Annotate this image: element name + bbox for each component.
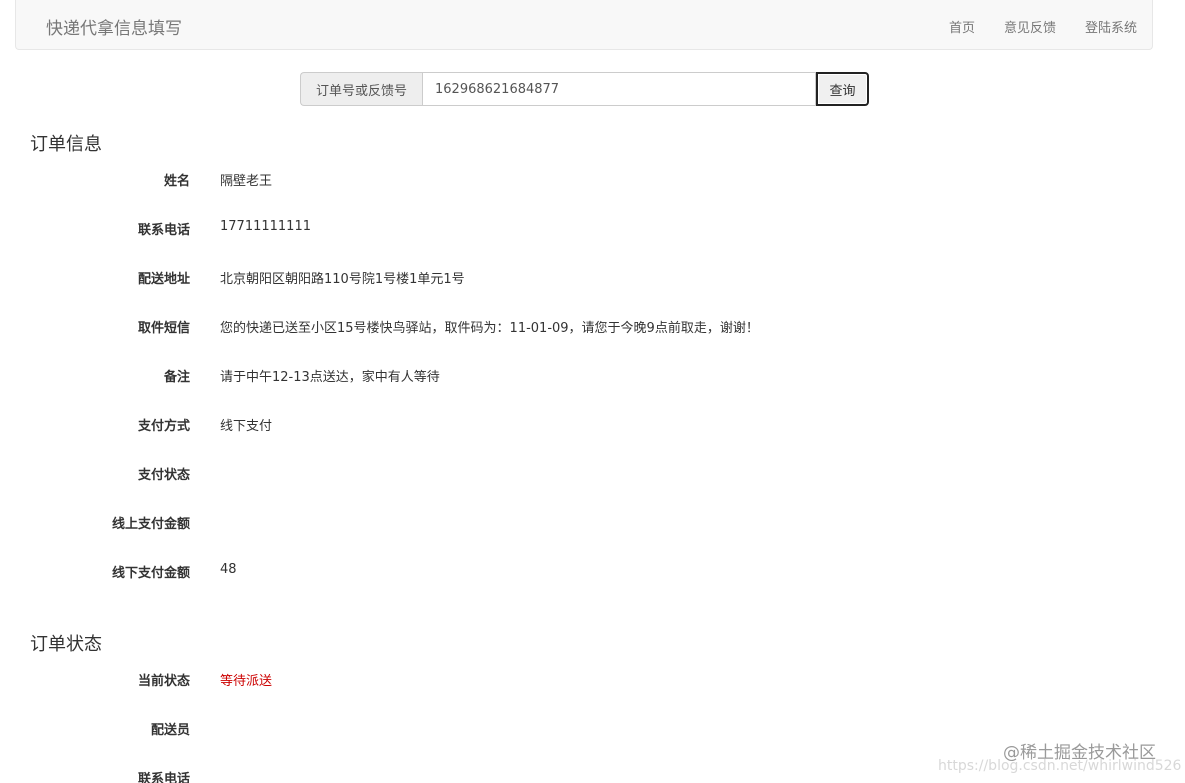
field-label-note: 备注 [163, 370, 190, 385]
field-value-phone: 17711111111 [220, 219, 311, 234]
field-value-pickup-sms: 您的快递已送至小区15号楼快鸟驿站，取件码为：11-01-09，请您于今晚9点前… [220, 321, 759, 336]
search-group: 订单号或反馈号 查询 [300, 72, 869, 106]
field-label-payment-method: 支付方式 [137, 419, 190, 434]
navbar-brand[interactable]: 快递代拿信息填写 [46, 14, 182, 39]
field-value-note: 请于中午12-13点送达，家中有人等待 [220, 370, 440, 385]
query-button[interactable]: 查询 [816, 72, 869, 106]
order-status-heading: 订单状态 [30, 634, 102, 655]
nav-links: 首页 意见反馈 登陆系统 [949, 17, 1137, 36]
field-value-current-status: 等待派送 [220, 674, 273, 689]
nav-link-home[interactable]: 首页 [949, 17, 975, 36]
page: 快递代拿信息填写 首页 意见反馈 登陆系统 订单号或反馈号 查询 订单信息 姓名… [0, 0, 1185, 783]
field-label-phone: 联系电话 [137, 223, 190, 238]
field-label-online-amount: 线上支付金额 [111, 517, 190, 532]
nav-link-login[interactable]: 登陆系统 [1085, 17, 1137, 36]
field-value-payment-method: 线下支付 [220, 419, 273, 434]
order-info-heading: 订单信息 [30, 134, 102, 155]
field-value-address: 北京朝阳区朝阳路110号院1号楼1单元1号 [220, 272, 465, 287]
field-label-address: 配送地址 [137, 272, 190, 287]
navbar: 快递代拿信息填写 首页 意见反馈 登陆系统 [15, 0, 1153, 50]
order-number-input[interactable] [422, 72, 816, 106]
field-value-offline-amount: 48 [220, 562, 237, 577]
field-label-pickup-sms: 取件短信 [137, 321, 190, 336]
field-label-courier-phone: 联系电话 [137, 772, 190, 783]
search-addon-label: 订单号或反馈号 [300, 72, 422, 106]
field-label-courier: 配送员 [150, 723, 190, 738]
watermark-brand: @稀土掘金技术社区 [1003, 743, 1156, 763]
field-label-payment-status: 支付状态 [137, 468, 190, 483]
field-label-offline-amount: 线下支付金额 [111, 566, 190, 581]
field-label-current-status: 当前状态 [137, 674, 190, 689]
field-value-name: 隔壁老王 [220, 174, 273, 189]
nav-link-feedback[interactable]: 意见反馈 [1004, 17, 1056, 36]
field-label-name: 姓名 [163, 174, 190, 189]
